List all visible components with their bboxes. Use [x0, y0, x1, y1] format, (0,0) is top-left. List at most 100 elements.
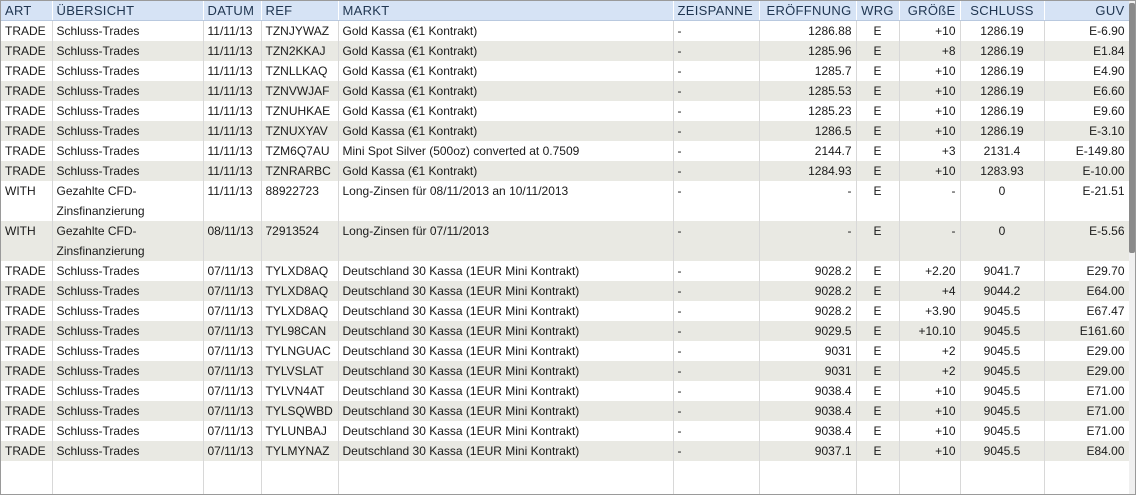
cell-ref: 72913524: [261, 221, 339, 261]
table-row[interactable]: TRADE Schluss-Trades 11/11/13 TZN2KKAJ Gold …: [1, 41, 1130, 61]
cell-schluss: 9045.5: [960, 441, 1045, 461]
table-row[interactable]: TRADE Schluss-Trades 07/11/13 TYLSQWBD Deuts…: [1, 401, 1130, 421]
column-header-ref[interactable]: REF: [261, 1, 339, 21]
column-header-eroeffnung[interactable]: ERÖFFNUNG: [759, 1, 857, 21]
cell-schluss: 9041.7: [960, 261, 1045, 281]
cell-eroeffnung: 1285.23: [759, 101, 857, 121]
cell-art: WITH: [1, 221, 53, 261]
cell-eroeffnung: 9028.2: [759, 301, 857, 321]
cell-groesse: +10: [899, 61, 961, 81]
cell-schluss: 1283.93: [960, 161, 1045, 181]
cell-uebersicht: Schluss-Trades: [52, 121, 204, 141]
table-row[interactable]: TRADE Schluss-Trades 11/11/13 TZNLLKAQ Gold …: [1, 61, 1130, 81]
cell-datum: 11/11/13: [203, 81, 262, 101]
cell-art: TRADE: [1, 441, 53, 461]
empty-cell: [759, 461, 857, 494]
column-header-uebersicht[interactable]: ÜBERSICHT: [52, 1, 204, 21]
cell-guv: E-5.56: [1044, 221, 1130, 261]
empty-cell: [338, 461, 674, 494]
cell-eroeffnung: 1285.53: [759, 81, 857, 101]
cell-schluss: 9045.5: [960, 301, 1045, 321]
cell-schluss: 1286.19: [960, 41, 1045, 61]
table-header-row: ART ÜBERSICHT DATUM REF MARKT ZEISPANNE …: [1, 1, 1130, 21]
cell-markt: Long-Zinsen für 08/11/2013 an 10/11/2013: [338, 181, 674, 221]
cell-eroeffnung: 1286.5: [759, 121, 857, 141]
table-row[interactable]: TRADE Schluss-Trades 07/11/13 TYLUNBAJ Deuts…: [1, 421, 1130, 441]
cell-guv: E71.00: [1044, 381, 1130, 401]
cell-zeispanne: -: [673, 281, 760, 301]
cell-wrg: E: [856, 121, 900, 141]
column-header-art[interactable]: ART: [1, 1, 53, 21]
table-row[interactable]: TRADE Schluss-Trades 07/11/13 TYLMYNAZ Deuts…: [1, 441, 1130, 461]
cell-markt: Gold Kassa (€1 Kontrakt): [338, 161, 674, 181]
table-row[interactable]: TRADE Schluss-Trades 11/11/13 TZNUHKAE Gold …: [1, 101, 1130, 121]
cell-art: TRADE: [1, 301, 53, 321]
column-header-zeispanne[interactable]: ZEISPANNE: [673, 1, 760, 21]
cell-uebersicht: Schluss-Trades: [52, 81, 204, 101]
cell-ref: TYLVSLAT: [261, 361, 339, 381]
cell-guv: E161.60: [1044, 321, 1130, 341]
cell-wrg: E: [856, 101, 900, 121]
cell-eroeffnung: 1285.96: [759, 41, 857, 61]
cell-markt: Gold Kassa (€1 Kontrakt): [338, 121, 674, 141]
cell-art: TRADE: [1, 321, 53, 341]
cell-art: TRADE: [1, 41, 53, 61]
table-row[interactable]: TRADE Schluss-Trades 11/11/13 TZM6Q7AU Mini …: [1, 141, 1130, 161]
table-row[interactable]: WITH Gezahlte CFD-Zinsfinanzierung 11/11/1…: [1, 181, 1130, 221]
cell-schluss: 1286.19: [960, 61, 1045, 81]
cell-wrg: E: [856, 381, 900, 401]
cell-markt: Deutschland 30 Kassa (1EUR Mini Kontrakt…: [338, 341, 674, 361]
table-row[interactable]: TRADE Schluss-Trades 07/11/13 TYLXD8AQ Deuts…: [1, 281, 1130, 301]
cell-ref: TYLXD8AQ: [261, 301, 339, 321]
empty-cell: [673, 461, 760, 494]
column-header-markt[interactable]: MARKT: [338, 1, 674, 21]
cell-guv: E9.60: [1044, 101, 1130, 121]
cell-groesse: +10.10: [899, 321, 961, 341]
cell-datum: 11/11/13: [203, 141, 262, 161]
cell-guv: E71.00: [1044, 401, 1130, 421]
cell-markt: Deutschland 30 Kassa (1EUR Mini Kontrakt…: [338, 421, 674, 441]
cell-zeispanne: -: [673, 261, 760, 281]
column-header-datum[interactable]: DATUM: [203, 1, 262, 21]
empty-cell: [899, 461, 961, 494]
cell-ref: TZNRARBC: [261, 161, 339, 181]
column-header-schluss[interactable]: SCHLUSS: [960, 1, 1045, 21]
scrollbar-thumb[interactable]: [1129, 3, 1135, 253]
cell-art: TRADE: [1, 161, 53, 181]
cell-zeispanne: -: [673, 421, 760, 441]
column-header-groesse[interactable]: GRÖßE: [899, 1, 961, 21]
cell-art: TRADE: [1, 101, 53, 121]
cell-art: TRADE: [1, 81, 53, 101]
cell-zeispanne: -: [673, 221, 760, 261]
cell-groesse: +10: [899, 121, 961, 141]
vertical-scrollbar[interactable]: [1129, 1, 1135, 494]
cell-eroeffnung: -: [759, 181, 857, 221]
cell-wrg: E: [856, 401, 900, 421]
table-row[interactable]: TRADE Schluss-Trades 11/11/13 TZNRARBC Gold …: [1, 161, 1130, 181]
cell-wrg: E: [856, 421, 900, 441]
cell-datum: 07/11/13: [203, 361, 262, 381]
table-row[interactable]: TRADE Schluss-Trades 07/11/13 TYLXD8AQ Deuts…: [1, 261, 1130, 281]
table-row[interactable]: WITH Gezahlte CFD-Zinsfinanzierung 08/11/1…: [1, 221, 1130, 261]
table-row[interactable]: TRADE Schluss-Trades 07/11/13 TYLVSLAT Deuts…: [1, 361, 1130, 381]
table-row[interactable]: TRADE Schluss-Trades 07/11/13 TYLXD8AQ Deuts…: [1, 301, 1130, 321]
cell-schluss: 9045.5: [960, 321, 1045, 341]
table-row[interactable]: TRADE Schluss-Trades 11/11/13 TZNVWJAF Gold …: [1, 81, 1130, 101]
cell-schluss: 9045.5: [960, 421, 1045, 441]
column-header-wrg[interactable]: WRG: [856, 1, 900, 21]
cell-guv: E29.70: [1044, 261, 1130, 281]
empty-cell: [1, 461, 53, 494]
empty-cell: [1044, 461, 1130, 494]
cell-schluss: 9045.5: [960, 361, 1045, 381]
table-row[interactable]: TRADE Schluss-Trades 07/11/13 TYLNGUAC Deuts…: [1, 341, 1130, 361]
table-row[interactable]: TRADE Schluss-Trades 11/11/13 TZNJYWAZ Gold …: [1, 20, 1130, 41]
cell-art: TRADE: [1, 281, 53, 301]
table-row[interactable]: TRADE Schluss-Trades 07/11/13 TYL98CAN Deuts…: [1, 321, 1130, 341]
cell-groesse: +2: [899, 341, 961, 361]
table-row[interactable]: TRADE Schluss-Trades 11/11/13 TZNUXYAV Gold …: [1, 121, 1130, 141]
cell-art: TRADE: [1, 141, 53, 161]
table-row[interactable]: TRADE Schluss-Trades 07/11/13 TYLVN4AT Deuts…: [1, 381, 1130, 401]
column-header-guv[interactable]: GUV: [1044, 1, 1130, 21]
cell-groesse: +10: [899, 161, 961, 181]
cell-eroeffnung: 1284.93: [759, 161, 857, 181]
